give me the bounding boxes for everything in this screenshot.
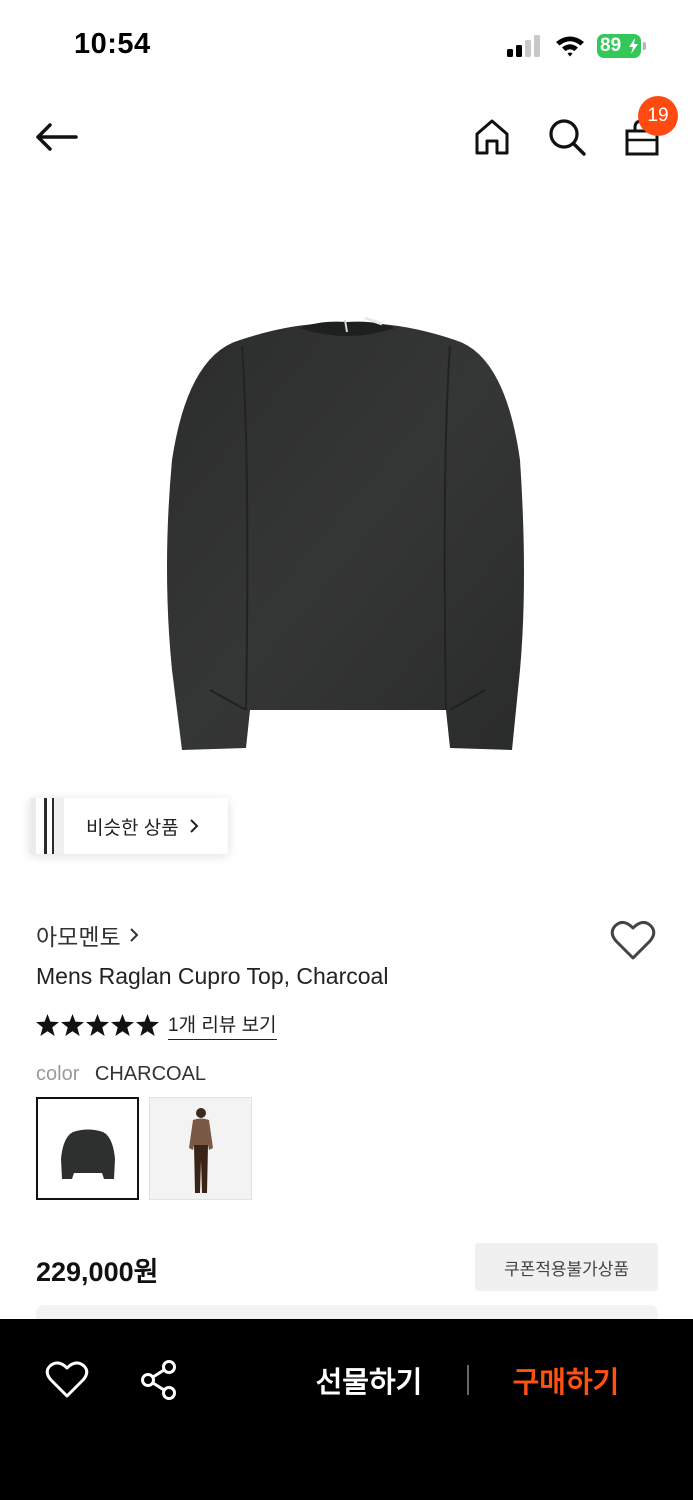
brand-link[interactable]: 아모멘토	[36, 918, 139, 952]
similar-products-button[interactable]: 비슷한 상품	[30, 798, 228, 854]
color-swatch-charcoal[interactable]	[36, 1097, 139, 1200]
star-icon	[61, 1014, 84, 1036]
chevron-right-icon	[189, 819, 199, 833]
search-icon	[549, 119, 586, 156]
product-title: Mens Raglan Cupro Top, Charcoal	[36, 963, 389, 989]
battery-indicator: 89	[597, 34, 647, 58]
search-button[interactable]	[542, 112, 592, 162]
chevron-right-icon	[129, 928, 139, 942]
wifi-icon	[556, 36, 584, 57]
top-navigation	[0, 92, 693, 184]
product-image[interactable]	[150, 310, 545, 760]
color-value: CHARCOAL	[94, 1063, 207, 1085]
color-row: color CHARCOAL	[36, 1063, 206, 1086]
cellular-signal-icon	[507, 35, 540, 57]
button-divider	[467, 1365, 469, 1395]
bottom-action-bar: 선물하기 구매하기	[0, 1319, 693, 1500]
similar-product-thumbnail	[30, 798, 64, 854]
price: 229,000원	[36, 1257, 159, 1287]
similar-products-label: 비슷한 상품	[86, 817, 179, 839]
star-icon	[136, 1014, 159, 1036]
battery-body: 89	[597, 34, 641, 58]
heart-icon[interactable]	[45, 1359, 89, 1399]
home-button[interactable]	[467, 112, 517, 162]
charging-bolt-icon	[629, 38, 638, 54]
star-icon	[111, 1014, 134, 1036]
coupon-unavailable-badge: 쿠폰적용불가상품	[475, 1243, 658, 1291]
share-icon[interactable]	[138, 1359, 180, 1401]
wishlist-heart-icon[interactable]	[610, 918, 656, 962]
review-link[interactable]: 1개 리뷰 보기	[168, 1010, 277, 1040]
swatch-model-image	[189, 1108, 213, 1193]
swatch-product-image	[61, 1129, 115, 1179]
battery-percent: 89	[600, 35, 622, 56]
star-rating	[36, 1014, 159, 1036]
status-time: 10:54	[74, 28, 151, 60]
back-button[interactable]	[31, 112, 81, 162]
buy-button[interactable]: 구매하기	[497, 1355, 635, 1405]
gift-button[interactable]: 선물하기	[300, 1355, 438, 1405]
brand-name: 아모멘토	[36, 924, 121, 950]
battery-cap	[643, 42, 646, 50]
status-bar: 10:54 89	[0, 0, 693, 92]
cart-count-badge: 19	[638, 96, 678, 136]
star-icon	[36, 1014, 59, 1036]
star-icon	[86, 1014, 109, 1036]
home-icon	[475, 119, 509, 155]
color-label: color	[36, 1063, 80, 1085]
arrow-left-icon	[36, 123, 78, 151]
rating-row: 1개 리뷰 보기	[36, 1010, 277, 1040]
color-swatch-model[interactable]	[149, 1097, 252, 1200]
